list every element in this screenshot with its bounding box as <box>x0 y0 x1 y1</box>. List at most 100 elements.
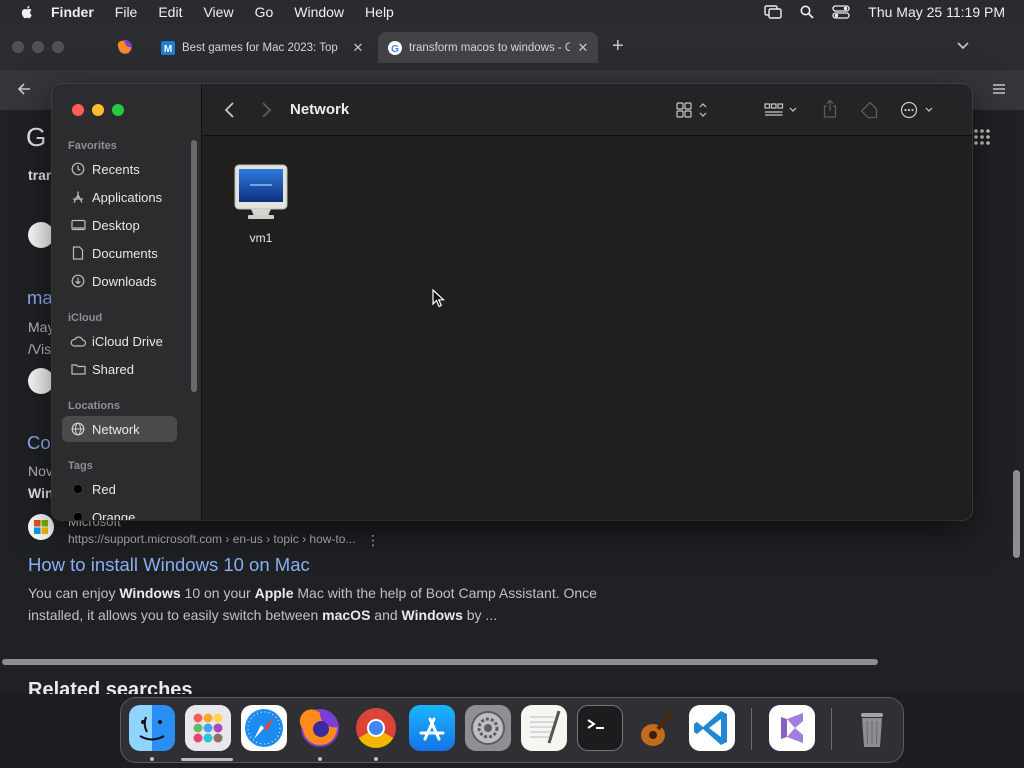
sidebar-item-documents[interactable]: Documents <box>62 240 177 266</box>
minimize-button[interactable] <box>92 104 104 116</box>
desktop-icon <box>70 217 86 233</box>
sidebar-item-icloud-drive[interactable]: iCloud Drive <box>62 328 177 354</box>
sidebar-item-downloads[interactable]: Downloads <box>62 268 177 294</box>
menu-help[interactable]: Help <box>365 4 394 20</box>
close-button[interactable] <box>72 104 84 116</box>
google-logo-fragment: G <box>26 122 47 152</box>
sidebar-item-desktop[interactable]: Desktop <box>62 212 177 238</box>
tab-strip: M Best games for Mac 2023: Top ✕ G trans… <box>0 24 1024 70</box>
zoom-button[interactable] <box>112 104 124 116</box>
app-store-icon[interactable] <box>409 705 455 751</box>
sidebar-item-label: Recents <box>92 161 140 177</box>
finder-icon[interactable] <box>129 705 175 751</box>
sidebar-item-label: Red <box>92 481 116 497</box>
clock-icon <box>70 161 86 177</box>
more-options-icon[interactable]: ⋮ <box>366 532 380 549</box>
sidebar-item-tag-red[interactable]: Red <box>62 476 177 502</box>
dock-separator <box>831 708 832 750</box>
sidebar-item-applications[interactable]: Applications <box>62 184 177 210</box>
computer-monitor-icon <box>234 164 288 219</box>
result-snippet: You can enjoy Windows 10 on your Apple M… <box>28 585 597 623</box>
page-horizontal-scrollbar[interactable] <box>2 659 878 665</box>
finder-window: Favorites Recents Applications Desktop D… <box>52 84 972 520</box>
browser-minimize-dot[interactable] <box>32 41 44 53</box>
sidebar-item-recents[interactable]: Recents <box>62 156 177 182</box>
menu-view[interactable]: View <box>203 4 233 20</box>
document-icon <box>70 245 86 261</box>
microsoft-favicon <box>28 514 54 540</box>
sidebar-item-label: iCloud Drive <box>92 333 163 349</box>
tab-close-icon[interactable]: ✕ <box>351 40 365 56</box>
vscode-icon[interactable] <box>689 705 735 751</box>
control-center-icon[interactable] <box>832 5 850 19</box>
sidebar-section-icloud: iCloud <box>68 312 103 324</box>
chrome-icon[interactable] <box>353 705 399 751</box>
action-more-icon[interactable] <box>900 101 936 119</box>
tag-dot-icon <box>70 509 86 520</box>
svg-text:G: G <box>391 44 399 55</box>
svg-text:M: M <box>164 44 172 55</box>
running-indicator <box>374 757 378 761</box>
sidebar-section-locations: Locations <box>68 400 120 412</box>
back-chevron-icon[interactable] <box>224 101 236 119</box>
share-icon[interactable] <box>822 99 838 119</box>
network-item-label: vm1 <box>249 231 273 245</box>
tag-icon[interactable] <box>859 100 879 120</box>
trash-icon[interactable] <box>849 705 895 751</box>
result-link-fragment[interactable]: Co <box>27 432 51 454</box>
spotlight-search-icon[interactable] <box>800 5 814 19</box>
menu-clock[interactable]: Thu May 25 11:19 PM <box>868 4 1005 20</box>
new-tab-icon[interactable]: + <box>612 35 624 58</box>
query-fragment: tran <box>28 167 55 183</box>
menu-hamburger-icon[interactable] <box>992 82 1006 100</box>
dock <box>120 697 904 763</box>
garageband-icon[interactable] <box>633 705 679 751</box>
safari-icon[interactable] <box>241 705 287 751</box>
sidebar-scrollbar[interactable] <box>191 140 197 392</box>
tab-close-icon[interactable]: ✕ <box>576 40 590 56</box>
running-indicator <box>150 757 154 761</box>
finder-window-title: Network <box>290 101 350 118</box>
tab-best-games[interactable]: M Best games for Mac 2023: Top ✕ <box>151 32 373 63</box>
result-title-link[interactable]: How to install Windows 10 on Mac <box>28 554 310 576</box>
firefox-icon[interactable] <box>297 705 343 751</box>
textedit-icon[interactable] <box>521 705 567 751</box>
menu-window[interactable]: Window <box>294 4 344 20</box>
tag-dot-icon <box>70 481 86 497</box>
browser-close-dot[interactable] <box>12 41 24 53</box>
terminal-icon[interactable] <box>577 705 623 751</box>
apple-menu-icon[interactable] <box>19 4 35 20</box>
sidebar-item-shared[interactable]: Shared <box>62 356 177 382</box>
page-vertical-scrollbar[interactable] <box>1013 470 1020 558</box>
tab-transform-macos[interactable]: G transform macos to windows - G ✕ <box>378 32 598 63</box>
sidebar-section-favorites: Favorites <box>68 140 117 152</box>
back-arrow-icon[interactable] <box>16 81 32 102</box>
menu-file[interactable]: File <box>115 4 138 20</box>
group-by-icon[interactable] <box>764 101 800 119</box>
finder-content: Network vm1 <box>202 84 972 520</box>
menu-finder[interactable]: Finder <box>51 4 94 20</box>
menu-go[interactable]: Go <box>255 4 274 20</box>
applications-icon <box>70 189 86 205</box>
menu-edit[interactable]: Edit <box>158 4 182 20</box>
menu-bar: Finder File Edit View Go Window Help Thu… <box>0 0 1024 24</box>
dock-separator <box>751 708 752 750</box>
icon-view-grid-icon[interactable] <box>676 101 710 119</box>
result-url[interactable]: https://support.microsoft.com › en-us › … <box>68 532 355 546</box>
globe-icon <box>70 421 86 437</box>
browser-zoom-dot[interactable] <box>52 41 64 53</box>
launchpad-icon[interactable] <box>185 705 231 751</box>
result-link-fragment[interactable]: ma <box>27 287 53 309</box>
forward-chevron-icon[interactable] <box>260 101 272 119</box>
cloud-icon <box>70 333 86 349</box>
firefox-view-icon[interactable] <box>117 39 133 60</box>
site-favicon <box>28 222 54 248</box>
screen-mirroring-icon[interactable] <box>764 5 782 19</box>
system-settings-icon[interactable] <box>465 705 511 751</box>
visual-studio-icon[interactable] <box>769 705 815 751</box>
finder-toolbar: Network <box>202 84 972 136</box>
sidebar-item-tag-orange[interactable]: Orange <box>62 504 177 520</box>
tab-list-chevron-icon[interactable] <box>956 38 970 56</box>
sidebar-item-network[interactable]: Network <box>62 416 177 442</box>
apps-grid-icon[interactable] <box>973 128 991 151</box>
